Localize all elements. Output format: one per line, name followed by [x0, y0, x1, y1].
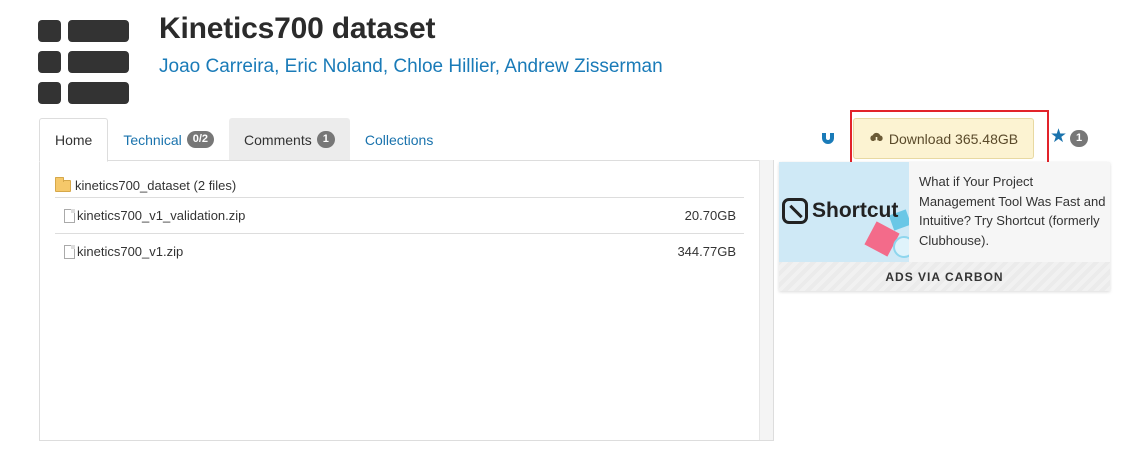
technical-badge: 0/2 [186, 131, 215, 148]
file-icon [64, 208, 75, 223]
folder-icon [55, 176, 71, 192]
tab-technical[interactable]: Technical 0/2 [108, 118, 229, 161]
authors-link[interactable]: Joao Carreira, Eric Noland, Chloe Hillie… [159, 56, 663, 78]
file-size: 344.77GB [677, 244, 736, 259]
tab-bar: Home Technical 0/2 Comments 1 Collection… [39, 118, 448, 162]
tab-collections[interactable]: Collections [350, 118, 448, 161]
file-browser-panel: kinetics700_dataset (2 files) kinetics70… [39, 160, 774, 441]
folder-row[interactable]: kinetics700_dataset (2 files) [55, 176, 237, 193]
shortcut-logo-icon [782, 198, 808, 224]
dataset-logo-icon [38, 20, 130, 104]
ad-image[interactable]: Shortcut [779, 162, 909, 262]
page-title: Kinetics700 dataset [159, 12, 436, 45]
comments-badge: 1 [316, 131, 335, 148]
tab-comments-label: Comments [244, 131, 312, 148]
carbon-ad[interactable]: Shortcut What if Your Project Management… [779, 162, 1110, 291]
ad-text[interactable]: What if Your Project Management Tool Was… [919, 172, 1107, 250]
file-size: 20.70GB [684, 208, 736, 223]
scrollbar[interactable] [759, 160, 773, 440]
tab-technical-label: Technical [123, 131, 182, 148]
tab-comments[interactable]: Comments 1 [229, 118, 350, 161]
download-button[interactable]: Download 365.48GB [853, 118, 1034, 159]
ad-logo: Shortcut [782, 198, 898, 224]
star-icon[interactable]: ★ [1050, 127, 1067, 147]
tab-home[interactable]: Home [39, 118, 109, 162]
star-count-badge: 1 [1070, 130, 1089, 147]
file-row[interactable]: kinetics700_v1_validation.zip 20.70GB [55, 197, 744, 233]
file-icon [64, 244, 75, 259]
tab-collections-label: Collections [364, 131, 434, 148]
file-name: kinetics700_v1_validation.zip [77, 208, 246, 223]
cloud-download-icon [869, 131, 884, 147]
download-label: Download 365.48GB [888, 130, 1019, 147]
ad-brand: Shortcut [812, 199, 899, 222]
file-row[interactable]: kinetics700_v1.zip 344.77GB [55, 233, 744, 269]
tab-home-label: Home [55, 132, 93, 148]
folder-label: kinetics700_dataset (2 files) [75, 178, 237, 193]
ad-footer[interactable]: ADS VIA CARBON [779, 262, 1110, 291]
magnet-icon[interactable] [818, 128, 838, 148]
file-list: kinetics700_v1_validation.zip 20.70GB ki… [55, 197, 744, 269]
decor-shape [893, 236, 909, 258]
file-name: kinetics700_v1.zip [77, 244, 184, 259]
